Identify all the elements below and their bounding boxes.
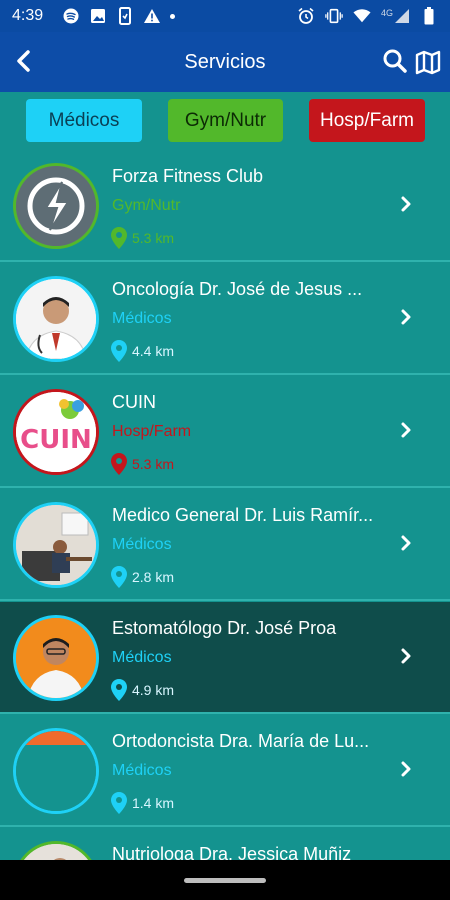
warning-icon <box>143 7 161 25</box>
status-bar: 4:39 4G <box>0 0 450 32</box>
item-name: Medico General Dr. Luis Ramír... <box>112 505 374 525</box>
nutritionist-photo-icon <box>16 844 96 860</box>
avatar <box>13 276 99 362</box>
app-bar: Servicios <box>0 32 450 92</box>
filter-medicos-button[interactable]: Médicos <box>26 99 142 142</box>
avatar <box>13 615 99 701</box>
item-distance: 5.3 km <box>110 226 174 250</box>
item-name: Estomatólogo Dr. José Proa <box>112 618 337 638</box>
item-category: Médicos <box>112 310 172 327</box>
list-item[interactable]: Forza Fitness Club Gym/Nutr 5.3 km <box>0 150 450 262</box>
chevron-right-icon[interactable] <box>398 420 414 440</box>
search-icon[interactable] <box>382 48 408 74</box>
chevron-right-icon[interactable] <box>398 646 414 666</box>
item-category: Médicos <box>112 762 172 779</box>
avatar <box>13 502 99 588</box>
avatar: CUIN <box>13 389 99 475</box>
vibrate-icon <box>325 7 343 25</box>
item-distance: 5.3 km <box>110 452 174 476</box>
location-pin-icon <box>110 226 128 250</box>
distance-value: 1.4 km <box>132 795 175 811</box>
item-distance: 1.4 km <box>110 791 174 815</box>
location-pin-icon <box>110 565 128 589</box>
distance-value: 2.8 km <box>132 569 175 585</box>
location-pin-icon <box>110 791 128 815</box>
distance-value: 5.3 km <box>132 230 175 246</box>
network-type: 4G <box>380 8 393 18</box>
cuin-logo-icon: CUIN <box>16 392 96 472</box>
avatar <box>13 163 99 249</box>
distance-value: 4.4 km <box>132 343 175 359</box>
avatar <box>13 841 99 860</box>
list-item[interactable]: CUIN CUIN Hosp/Farm 5.3 km <box>0 376 450 488</box>
lightning-logo-icon <box>16 166 96 246</box>
alarm-icon <box>297 7 315 25</box>
battery-icon <box>420 7 438 25</box>
services-list: Médicos Gym/Nutr Hosp/Farm Forza Fitness… <box>0 92 450 860</box>
home-gesture-handle[interactable] <box>184 878 266 883</box>
doctor-office-photo-icon <box>16 505 96 585</box>
list-item[interactable]: Oncología Dr. José de Jesus ... Médicos … <box>0 263 450 375</box>
status-time: 4:39 <box>12 7 44 24</box>
item-name: Nutriologa Dra. Jessica Muñiz <box>112 844 352 860</box>
item-distance: 4.9 km <box>110 678 174 702</box>
phone-update-icon <box>116 7 134 25</box>
item-category: Hosp/Farm <box>112 423 192 440</box>
item-name: Oncología Dr. José de Jesus ... <box>112 279 363 299</box>
category-filters: Médicos Gym/Nutr Hosp/Farm <box>0 92 450 150</box>
image-icon <box>89 7 107 25</box>
distance-value: 5.3 km <box>132 456 175 472</box>
chevron-right-icon[interactable] <box>398 759 414 779</box>
signal-icon: 4G <box>381 8 410 24</box>
item-name: Ortodoncista Dra. María de Lu... <box>112 731 370 751</box>
cuin-logo-text: CUIN <box>20 425 92 455</box>
item-name: Forza Fitness Club <box>112 166 264 186</box>
wifi-icon <box>353 7 371 25</box>
chevron-right-icon[interactable] <box>398 533 414 553</box>
list-item[interactable]: Medico General Dr. Luis Ramír... Médicos… <box>0 489 450 601</box>
doctor-photo-icon <box>16 279 96 359</box>
item-distance: 4.4 km <box>110 339 174 363</box>
map-icon[interactable] <box>414 48 442 76</box>
filter-gym-button[interactable]: Gym/Nutr <box>168 99 283 142</box>
list-item[interactable]: Ortodoncista Dra. María de Lu... Médicos… <box>0 715 450 827</box>
chevron-right-icon[interactable] <box>398 194 414 214</box>
avatar <box>13 728 99 814</box>
system-nav-bar <box>0 860 450 900</box>
back-arrow-icon[interactable] <box>12 48 38 74</box>
location-pin-icon <box>110 452 128 476</box>
location-pin-icon <box>110 339 128 363</box>
location-pin-icon <box>110 678 128 702</box>
dentist-photo-icon <box>16 618 96 698</box>
more-notifications-dot <box>170 13 176 19</box>
spotify-icon <box>62 7 80 25</box>
list-item[interactable]: Nutriologa Dra. Jessica Muñiz <box>0 828 450 860</box>
item-category: Médicos <box>112 536 172 553</box>
item-category: Médicos <box>112 649 172 666</box>
item-category: Gym/Nutr <box>112 197 181 214</box>
filter-hosp-button[interactable]: Hosp/Farm <box>309 99 425 142</box>
item-distance: 2.8 km <box>110 565 174 589</box>
chevron-right-icon[interactable] <box>398 307 414 327</box>
list-item-selected[interactable]: Estomatólogo Dr. José Proa Médicos 4.9 k… <box>0 602 450 714</box>
distance-value: 4.9 km <box>132 682 175 698</box>
partial-photo-icon <box>16 731 96 811</box>
item-name: CUIN <box>112 392 156 412</box>
